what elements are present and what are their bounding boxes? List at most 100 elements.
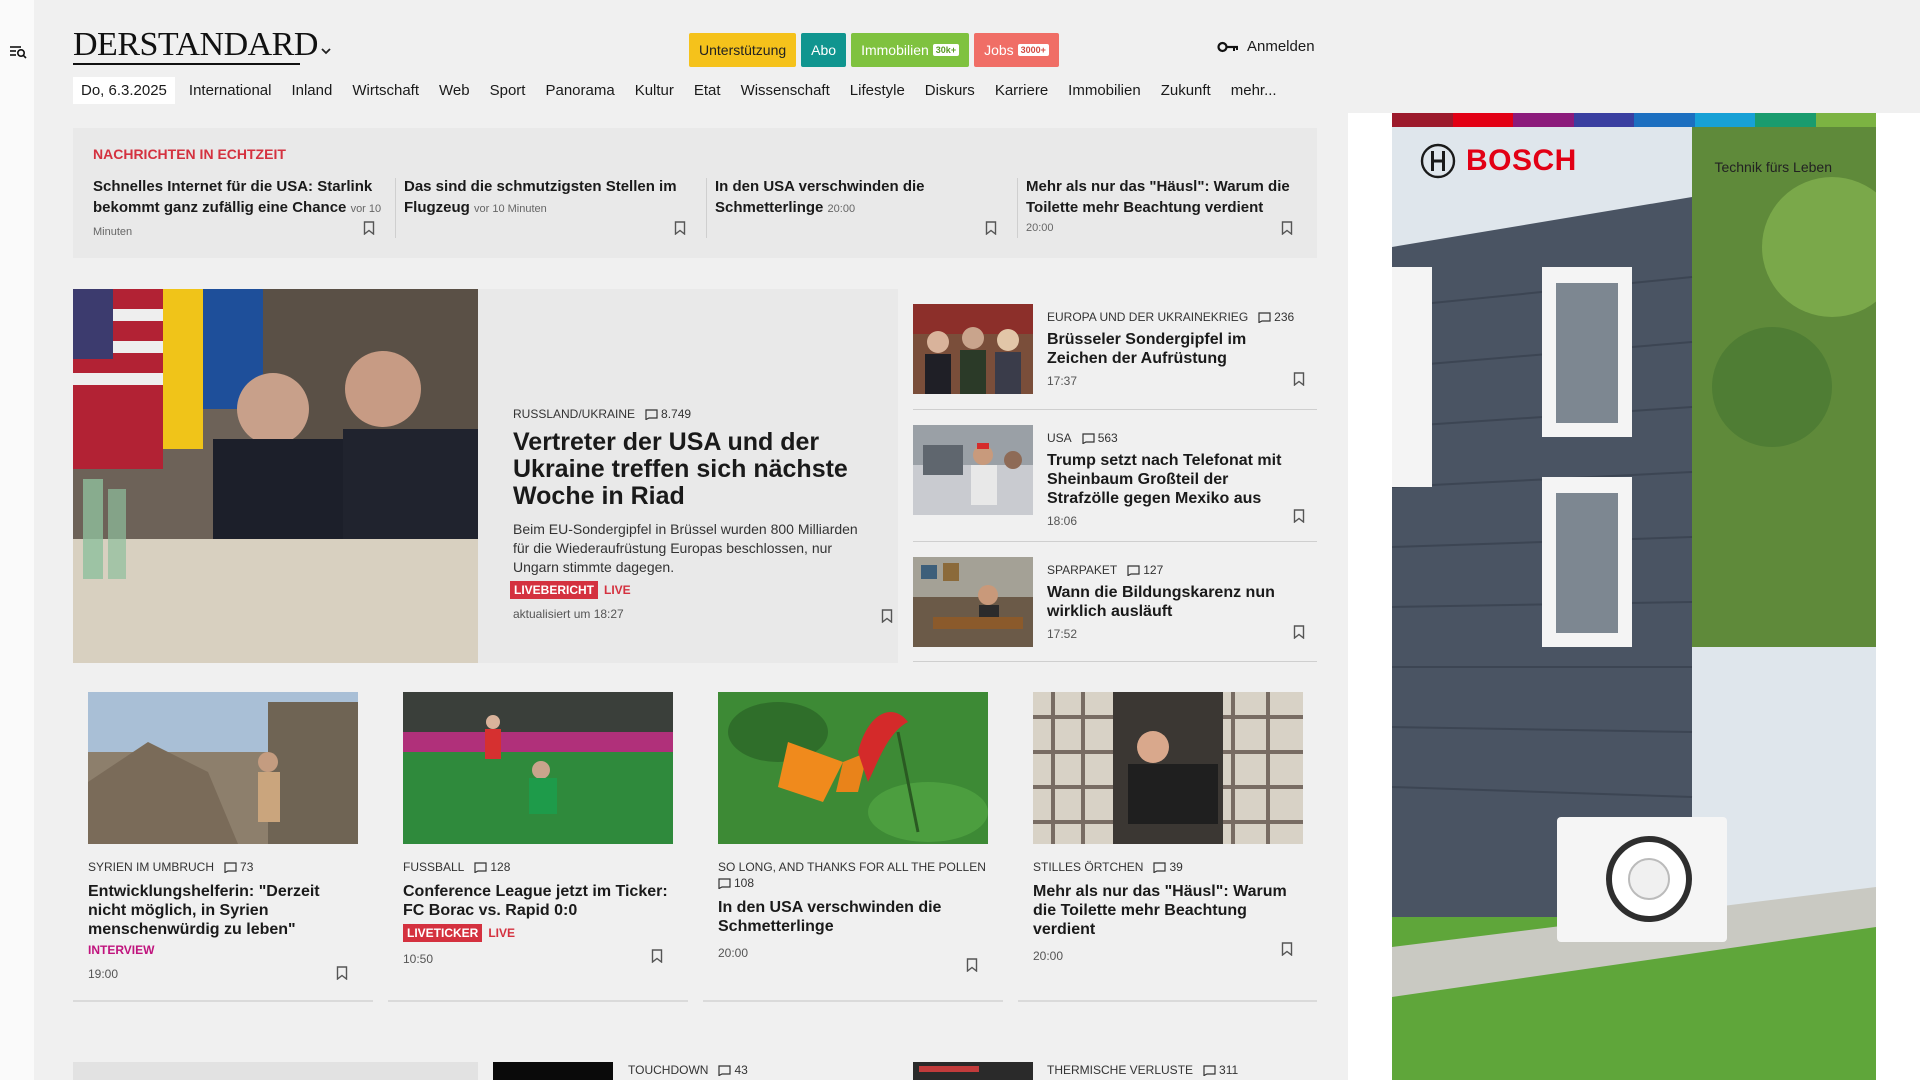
comment-count[interactable]: 311	[1203, 1063, 1238, 1077]
card-kicker[interactable]: STILLES ÖRTCHEN	[1033, 860, 1143, 874]
article-card[interactable]: FUSSBALL 128 Conference League jetzt im …	[403, 692, 673, 966]
support-button[interactable]: Unterstützung	[689, 33, 797, 67]
comment-icon	[718, 877, 731, 889]
side-divider	[913, 409, 1317, 410]
bottom-article-meta: TOUCHDOWN 43	[628, 1063, 748, 1077]
side-divider	[913, 541, 1317, 542]
side-article-title[interactable]: Wann die Bildungskarenz nun wirklich aus…	[1047, 583, 1302, 621]
side-article[interactable]: EUROPA UND DER UKRAINEKRIEG 236 Brüssele…	[913, 304, 1317, 394]
nav-item-karriere[interactable]: Karriere	[995, 82, 1048, 99]
article-card-image[interactable]	[718, 692, 988, 844]
comment-count[interactable]: 236	[1258, 310, 1294, 324]
comment-count[interactable]: 128	[474, 860, 510, 874]
comment-count[interactable]: 127	[1127, 563, 1163, 577]
side-article-image[interactable]	[913, 557, 1033, 647]
bottom-article-kicker[interactable]: THERMISCHE VERLUSTE	[1047, 1063, 1193, 1077]
side-article[interactable]: SPARPAKET 127 Wann die Bildungskarenz nu…	[913, 557, 1317, 647]
nav-item-lifestyle[interactable]: Lifestyle	[850, 82, 905, 99]
article-card-image[interactable]	[403, 692, 673, 844]
nav-item-immobilien[interactable]: Immobilien	[1068, 82, 1141, 99]
lead-article-title[interactable]: Vertreter der USA und der Ukraine treffe…	[513, 429, 873, 510]
ticker-item-title: Schnelles Internet für die USA: Starlink…	[93, 178, 373, 216]
nav-item-wirtschaft[interactable]: Wirtschaft	[352, 82, 419, 99]
bookmark-icon[interactable]	[985, 221, 997, 240]
bookmark-icon[interactable]	[336, 966, 348, 985]
ticker-item[interactable]: Schnelles Internet für die USA: Starlink…	[93, 176, 383, 246]
card-title[interactable]: Conference League jetzt im Ticker: FC Bo…	[403, 882, 673, 920]
ad-color-segment	[1513, 113, 1574, 127]
card-title[interactable]: In den USA verschwinden die Schmetterlin…	[718, 898, 988, 936]
nav-item-zukunft[interactable]: Zukunft	[1161, 82, 1211, 99]
side-article[interactable]: USA 563 Trump setzt nach Telefonat mit S…	[913, 425, 1317, 535]
bottom-article-image[interactable]	[493, 1062, 613, 1080]
bosch-advertisement[interactable]: BOSCH Technik fürs Leben	[1392, 113, 1876, 1080]
comment-count-value: 39	[1169, 860, 1183, 874]
side-article-kicker[interactable]: SPARPAKET	[1047, 563, 1117, 577]
bookmark-icon[interactable]	[651, 949, 663, 968]
lead-article[interactable]: RUSSLAND/UKRAINE 8.749 Vertreter der USA…	[73, 289, 898, 663]
nav-item-inland[interactable]: Inland	[291, 82, 332, 99]
side-article-kicker[interactable]: USA	[1047, 431, 1072, 445]
bookmark-icon[interactable]	[674, 221, 686, 240]
nav-item-sport[interactable]: Sport	[490, 82, 526, 99]
card-title[interactable]: Mehr als nur das "Häusl": Warum die Toil…	[1033, 882, 1303, 939]
main-navigation: Do, 6.3.2025 International Inland Wirtsc…	[73, 77, 1297, 104]
nav-item-kultur[interactable]: Kultur	[635, 82, 674, 99]
comment-count-value: 43	[734, 1063, 748, 1077]
card-kicker[interactable]: SYRIEN IM UMBRUCH	[88, 860, 214, 874]
bottom-article-kicker[interactable]: TOUCHDOWN	[628, 1063, 708, 1077]
nav-item-web[interactable]: Web	[439, 82, 470, 99]
site-logo[interactable]: DERSTANDARD	[73, 28, 318, 62]
logo-underline	[73, 63, 300, 65]
login-button[interactable]: Anmelden	[1217, 38, 1315, 55]
bottom-article-image[interactable]	[913, 1062, 1033, 1080]
lead-article-image[interactable]	[73, 289, 478, 663]
nav-item-panorama[interactable]: Panorama	[545, 82, 614, 99]
article-card[interactable]: SYRIEN IM UMBRUCH 73 Entwicklungshelferi…	[88, 692, 358, 981]
bookmark-icon[interactable]	[1281, 942, 1293, 961]
bookmark-icon[interactable]	[881, 609, 893, 628]
article-card-image[interactable]	[1033, 692, 1303, 844]
ticker-item[interactable]: Das sind die schmutzigsten Stellen im Fl…	[404, 176, 694, 246]
immobilien-button[interactable]: Immobilien 30k+	[851, 33, 970, 67]
chevron-down-icon[interactable]	[320, 44, 332, 56]
article-card[interactable]: STILLES ÖRTCHEN 39 Mehr als nur das "Häu…	[1033, 692, 1303, 963]
side-article-title[interactable]: Brüsseler Sondergipfel im Zeichen der Au…	[1047, 330, 1302, 368]
comment-count[interactable]: 43	[718, 1063, 748, 1077]
card-title[interactable]: Entwicklungshelferin: "Derzeit nicht mög…	[88, 882, 358, 939]
nav-item-etat[interactable]: Etat	[694, 82, 721, 99]
nav-item-diskurs[interactable]: Diskurs	[925, 82, 975, 99]
comment-count[interactable]: 108	[718, 876, 754, 890]
side-article-title[interactable]: Trump setzt nach Telefonat mit Sheinbaum…	[1047, 451, 1302, 508]
lead-article-updated: aktualisiert um 18:27	[513, 607, 624, 621]
article-card-image[interactable]	[88, 692, 358, 844]
bookmark-icon[interactable]	[363, 221, 375, 240]
search-menu-icon[interactable]	[6, 40, 30, 64]
side-article-image[interactable]	[913, 304, 1033, 394]
abo-button[interactable]: Abo	[801, 33, 847, 67]
bookmark-icon[interactable]	[1293, 372, 1305, 391]
nav-item-international[interactable]: International	[189, 82, 272, 99]
jobs-button[interactable]: Jobs 3000+	[974, 33, 1059, 67]
article-card[interactable]: SO LONG, AND THANKS FOR ALL THE POLLEN 1…	[718, 692, 988, 973]
side-article-time: 17:37	[1047, 374, 1078, 388]
nav-item-wissenschaft[interactable]: Wissenschaft	[741, 82, 830, 99]
comment-count[interactable]: 563	[1082, 431, 1118, 445]
lead-article-kicker[interactable]: RUSSLAND/UKRAINE	[513, 407, 635, 421]
ticker-item[interactable]: In den USA verschwinden die Schmetterlin…	[715, 176, 1005, 246]
nav-item-more[interactable]: mehr...	[1231, 82, 1277, 99]
comment-count[interactable]: 8.749	[645, 407, 691, 421]
card-kicker[interactable]: FUSSBALL	[403, 860, 464, 874]
bookmark-icon[interactable]	[1293, 625, 1305, 644]
comment-count[interactable]: 73	[224, 860, 253, 874]
bookmark-icon[interactable]	[966, 958, 978, 977]
bookmark-icon[interactable]	[1281, 221, 1293, 240]
side-article-image[interactable]	[913, 425, 1033, 515]
ticker-item[interactable]: Mehr als nur das "Häusl": Warum die Toil…	[1026, 176, 1301, 246]
card-kicker[interactable]: SO LONG, AND THANKS FOR ALL THE POLLEN	[718, 860, 986, 874]
side-article-meta: SPARPAKET 127	[1047, 563, 1302, 577]
bottom-article-image-placeholder[interactable]	[73, 1062, 478, 1080]
bookmark-icon[interactable]	[1293, 509, 1305, 528]
comment-count[interactable]: 39	[1153, 860, 1183, 874]
side-article-kicker[interactable]: EUROPA UND DER UKRAINEKRIEG	[1047, 310, 1248, 324]
